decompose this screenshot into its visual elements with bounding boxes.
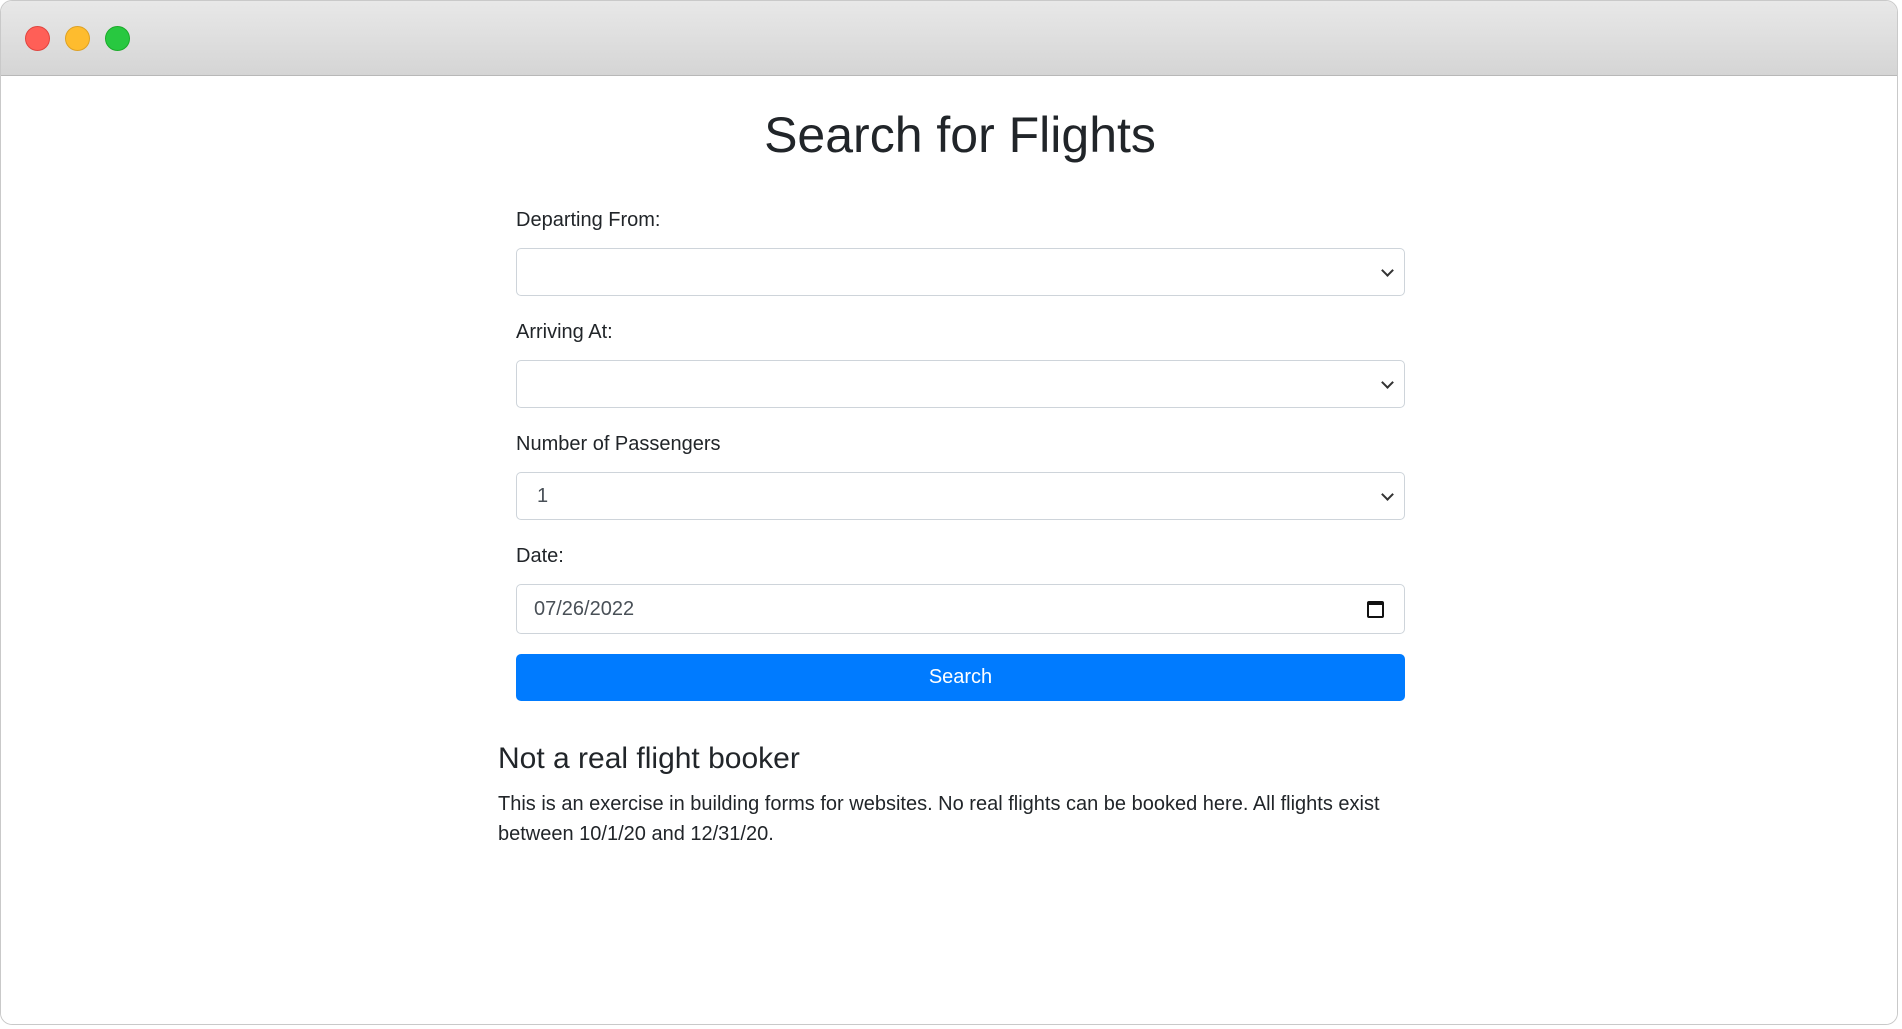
arriving-at-label: Arriving At: [516, 321, 613, 343]
page-title: Search for Flights [764, 107, 1156, 163]
title-bar [1, 1, 1897, 76]
arriving-at-select[interactable] [516, 360, 1405, 408]
notice-title: Not a real flight booker [498, 742, 800, 775]
notice-section: Not a real flight booker This is an exer… [498, 741, 1398, 849]
date-value: 07/26/2022 [534, 598, 635, 620]
chevron-down-icon [1381, 488, 1394, 501]
chevron-down-icon [1381, 264, 1394, 277]
minimize-window-button[interactable] [65, 26, 90, 51]
page-content: Search for Flights Departing From: Arriv… [1, 76, 1897, 1024]
passengers-select[interactable]: 1 [516, 472, 1405, 520]
passengers-value: 1 [537, 485, 549, 507]
flight-search-form: Departing From: Arriving At: Number of P… [516, 206, 1405, 701]
chevron-down-icon [1381, 376, 1394, 389]
departing-from-label: Departing From: [516, 209, 661, 231]
notice-text: This is an exercise in building forms fo… [498, 793, 1380, 845]
close-window-button[interactable] [25, 26, 50, 51]
calendar-icon[interactable] [1367, 601, 1384, 618]
passengers-label: Number of Passengers [516, 433, 721, 455]
departing-from-select[interactable] [516, 248, 1405, 296]
search-button[interactable]: Search [516, 654, 1405, 701]
browser-window: Search for Flights Departing From: Arriv… [0, 0, 1898, 1025]
date-input[interactable]: 07/26/2022 [516, 584, 1405, 634]
maximize-window-button[interactable] [105, 26, 130, 51]
date-label: Date: [516, 545, 564, 567]
